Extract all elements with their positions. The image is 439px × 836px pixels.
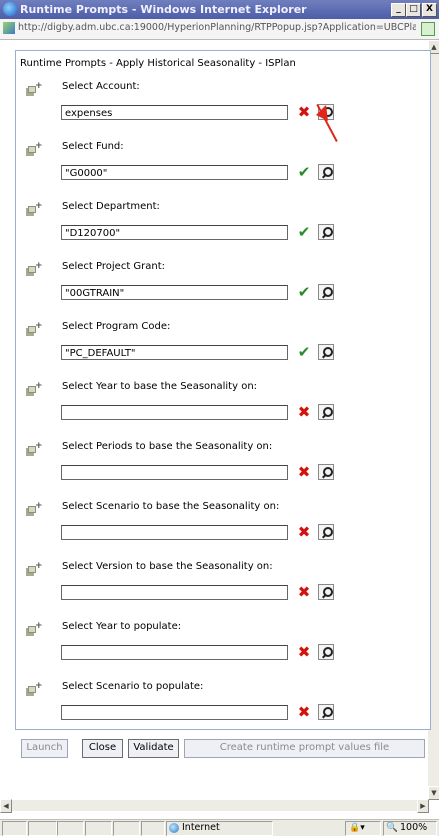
address-bar: http://digby.adm.ubc.ca:19000/HyperionPl… — [0, 19, 439, 40]
prompt-label: Select Fund: — [62, 141, 124, 152]
status-cell — [57, 821, 84, 836]
zone-label: Internet — [182, 822, 220, 833]
prompt-label: Select Year to base the Seasonality on: — [62, 381, 258, 392]
lock-icon: 🔒▾ — [349, 823, 365, 833]
prompt-input[interactable] — [61, 405, 288, 420]
globe-icon — [169, 823, 179, 833]
member-selector-button[interactable] — [318, 164, 334, 180]
prompt-member-icon: + — [26, 261, 43, 276]
prompt-member-icon: + — [26, 321, 43, 336]
scroll-right-button[interactable]: ▶ — [417, 799, 429, 813]
prompt-member-icon: + — [26, 201, 43, 216]
valid-check-icon: ✔ — [297, 343, 311, 361]
prompt-input[interactable] — [61, 525, 288, 540]
prompt-label: Select Version to base the Seasonality o… — [62, 561, 273, 572]
status-cell — [113, 821, 140, 836]
invalid-x-icon: ✖ — [297, 463, 311, 481]
scroll-left-button[interactable]: ◀ — [0, 799, 12, 813]
member-selector-button[interactable] — [318, 704, 334, 720]
annotation-arrowhead — [316, 105, 328, 121]
prompt-input[interactable] — [61, 585, 288, 600]
prompt-member-icon: + — [26, 681, 43, 696]
prompt-label: Select Year to populate: — [62, 621, 182, 632]
minimize-button[interactable]: _ — [391, 3, 406, 17]
member-selector-button[interactable] — [318, 224, 334, 240]
member-selector-button[interactable] — [318, 404, 334, 420]
prompt-label: Select Scenario to base the Seasonality … — [62, 501, 280, 512]
page-status-icon — [421, 22, 435, 36]
zoom-level: 100% — [400, 822, 428, 833]
horizontal-scrollbar[interactable]: ◀ ▶ — [0, 799, 429, 813]
close-button[interactable]: Close — [82, 739, 123, 758]
prompt-member-icon: + — [26, 501, 43, 516]
zoom-cell[interactable]: 🔍 100% — [383, 821, 437, 836]
page-favicon-icon — [3, 22, 15, 34]
invalid-x-icon: ✖ — [297, 703, 311, 721]
invalid-x-icon: ✖ — [297, 403, 311, 421]
prompt-input[interactable]: expenses — [61, 105, 288, 120]
validate-button[interactable]: Validate — [128, 739, 179, 758]
prompt-label: Select Periods to base the Seasonality o… — [62, 441, 273, 452]
member-selector-button[interactable] — [318, 584, 334, 600]
member-selector-button[interactable] — [318, 644, 334, 660]
zone-cell: Internet — [166, 821, 273, 836]
prompt-input[interactable]: "00GTRAIN" — [61, 285, 288, 300]
scroll-down-button[interactable]: ▼ — [428, 786, 439, 800]
window-titlebar: Runtime Prompts - Windows Internet Explo… — [0, 0, 439, 19]
address-url[interactable]: http://digby.adm.ubc.ca:19000/HyperionPl… — [18, 22, 416, 35]
member-selector-button[interactable] — [318, 464, 334, 480]
status-bar: Internet 🔒▾ 🔍 100% — [0, 819, 439, 836]
prompt-member-icon: + — [26, 441, 43, 456]
prompt-label: Select Project Grant: — [62, 261, 166, 272]
prompt-label: Select Program Code: — [62, 321, 171, 332]
invalid-x-icon: ✖ — [297, 523, 311, 541]
create-prompt-file-button[interactable]: Create runtime prompt values file — [184, 739, 425, 758]
prompt-input[interactable] — [61, 645, 288, 660]
protected-mode-cell[interactable]: 🔒▾ — [345, 821, 381, 836]
prompt-input[interactable] — [61, 465, 288, 480]
launch-button[interactable]: Launch — [21, 739, 68, 758]
status-cell — [141, 821, 165, 836]
member-selector-button[interactable] — [318, 524, 334, 540]
zoom-icon: 🔍 — [386, 822, 398, 833]
prompt-label: Select Scenario to populate: — [62, 681, 204, 692]
valid-check-icon: ✔ — [297, 283, 311, 301]
prompt-input[interactable]: "D120700" — [61, 225, 288, 240]
prompt-input[interactable]: "PC_DEFAULT" — [61, 345, 288, 360]
prompt-member-icon: + — [26, 81, 43, 96]
valid-check-icon: ✔ — [297, 223, 311, 241]
member-selector-button[interactable] — [318, 344, 334, 360]
prompt-member-icon: + — [26, 621, 43, 636]
invalid-x-icon: ✖ — [297, 643, 311, 661]
prompt-label: Select Account: — [62, 81, 140, 92]
prompt-input[interactable]: "G0000" — [61, 165, 288, 180]
prompt-input[interactable] — [61, 705, 288, 720]
prompt-member-icon: + — [26, 561, 43, 576]
valid-check-icon: ✔ — [297, 163, 311, 181]
close-window-button[interactable]: X — [422, 3, 437, 17]
prompt-member-icon: + — [26, 141, 43, 156]
status-cell — [85, 821, 112, 836]
status-cell — [28, 821, 57, 836]
status-cell — [2, 821, 27, 836]
window-title: Runtime Prompts - Windows Internet Explo… — [20, 3, 307, 16]
member-selector-button[interactable] — [318, 284, 334, 300]
prompt-member-icon: + — [26, 381, 43, 396]
prompt-label: Select Department: — [62, 201, 160, 212]
invalid-x-icon: ✖ — [297, 103, 311, 121]
maximize-button[interactable]: □ — [406, 3, 421, 17]
panel-title: Runtime Prompts - Apply Historical Seaso… — [20, 58, 296, 69]
invalid-x-icon: ✖ — [297, 583, 311, 601]
ie-logo-icon — [3, 2, 17, 16]
